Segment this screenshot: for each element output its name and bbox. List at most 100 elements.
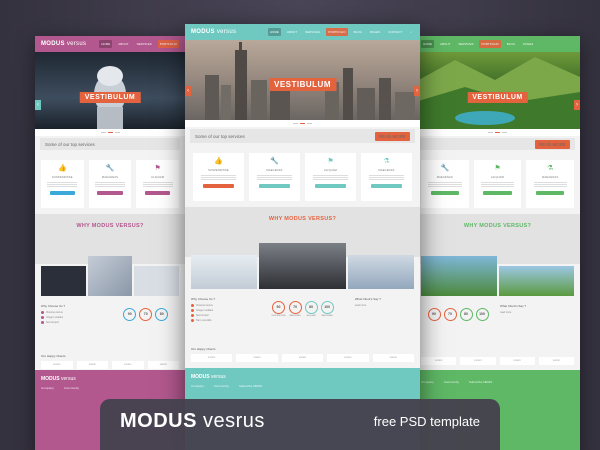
- services-heading-bar: READ MORE: [420, 138, 575, 150]
- gallery-image[interactable]: [259, 243, 346, 289]
- nav-bar: MODUS versus HOME ABOUT SERVICES PORTFOL…: [185, 24, 420, 40]
- flag-icon: ⚑: [154, 165, 161, 172]
- service-card: ⚗ MAECENAS: [526, 160, 575, 208]
- stat-ring: 70: [288, 301, 302, 314]
- service-button[interactable]: [259, 184, 290, 188]
- wrench-icon: 🔧: [105, 165, 115, 172]
- read-more-button[interactable]: READ MORE: [374, 131, 410, 141]
- nav-item-pages[interactable]: PAGES: [521, 40, 535, 48]
- client-logo[interactable]: Lorem: [191, 354, 233, 362]
- service-button[interactable]: [203, 184, 234, 188]
- footer-col-title: Company: [191, 384, 204, 388]
- nav-item-about[interactable]: ABOUT: [116, 40, 130, 48]
- hero-slider: VESTIBULUM ›: [415, 52, 580, 129]
- service-button[interactable]: [430, 191, 460, 195]
- service-button[interactable]: [315, 184, 346, 188]
- nav-item-services[interactable]: SERVICES: [135, 40, 154, 48]
- brand-name: MODUS vesrus: [120, 410, 265, 432]
- service-button[interactable]: [483, 191, 512, 195]
- gallery-strip: [35, 256, 185, 296]
- read-more-link[interactable]: read more: [355, 304, 366, 307]
- footer-logo: MODUS versus: [191, 374, 226, 380]
- gallery-image[interactable]: [498, 266, 574, 296]
- service-card: 🔧 MAECENAS: [88, 160, 132, 208]
- nav-item-contact[interactable]: CONTACT: [386, 28, 404, 36]
- nav-item-about[interactable]: ABOUT: [438, 40, 452, 48]
- gallery-image[interactable]: [421, 256, 497, 296]
- template-preview-green: HOME ABOUT SERVICES PORTFOLIO BLOG PAGES…: [415, 36, 580, 450]
- client-logo[interactable]: Lorem: [281, 354, 324, 362]
- service-button[interactable]: [535, 191, 565, 195]
- client-logo[interactable]: Lorem: [236, 354, 278, 362]
- flask-icon: ⚗: [383, 158, 390, 165]
- nav-item-home[interactable]: HOME: [267, 28, 281, 36]
- services-heading: Some of our top services: [195, 133, 245, 139]
- search-icon[interactable]: ⌕: [408, 28, 414, 36]
- thumbs-up-icon: 👍: [214, 158, 223, 165]
- client-logo[interactable]: Lorem: [372, 354, 415, 362]
- site-logo[interactable]: MODUS versus: [41, 41, 86, 47]
- slider-next-arrow-icon[interactable]: ›: [414, 86, 420, 96]
- slider-dots[interactable]: [415, 129, 580, 136]
- flask-icon: ⚗: [547, 165, 554, 172]
- service-card: ⚑ ALIQUAM: [305, 153, 356, 201]
- hero-title: VESTIBULUM: [79, 92, 141, 103]
- hero-slider: VESTIBULUM ‹: [35, 52, 185, 129]
- template-preview-pink: MODUS versus HOME ABOUT SERVICES PORTFOL…: [35, 36, 185, 450]
- stat-ring: 100: [320, 301, 334, 314]
- gallery-image[interactable]: [41, 266, 86, 296]
- read-more-link[interactable]: read more: [500, 311, 511, 314]
- gallery-strip: [415, 256, 580, 296]
- services-heading-bar: Some of our top services: [40, 138, 180, 150]
- service-card: ⚑ ALIQUAM: [473, 160, 522, 208]
- gallery-image[interactable]: [347, 255, 414, 289]
- read-more-button[interactable]: READ MORE: [534, 139, 570, 149]
- nav-item-home[interactable]: HOME: [99, 40, 113, 48]
- gallery-image[interactable]: [134, 266, 180, 296]
- nav-item-about[interactable]: ABOUT: [285, 28, 299, 36]
- site-logo[interactable]: MODUS versus: [191, 29, 236, 35]
- wrench-icon: 🔧: [440, 165, 450, 172]
- preview-stage: MODUS versus HOME ABOUT SERVICES PORTFOL…: [0, 0, 600, 450]
- service-button[interactable]: [97, 191, 123, 195]
- nav-item-services[interactable]: SERVICES: [456, 40, 475, 48]
- slider-next-arrow-icon[interactable]: ›: [574, 100, 580, 110]
- slider-dots[interactable]: [35, 129, 185, 136]
- service-button[interactable]: [371, 184, 402, 188]
- footer-col-title: Community: [213, 384, 230, 388]
- services-heading-bar: Some of our top services READ MORE: [190, 129, 415, 143]
- gallery-image[interactable]: [87, 256, 133, 296]
- service-card: 👍 SUSPENDISSE: [193, 153, 244, 201]
- hero-slider: VESTIBULUM ‹ ›: [185, 40, 420, 120]
- nav-bar: HOME ABOUT SERVICES PORTFOLIO BLOG PAGES: [415, 36, 580, 52]
- client-logo[interactable]: Lorem: [327, 354, 369, 362]
- tagline: free PSD template: [373, 414, 480, 429]
- service-card: ⚗ MAECENAS: [361, 153, 412, 201]
- service-button[interactable]: [49, 191, 76, 195]
- services-row: 🔧 MAECENAS ⚑ ALIQUAM ⚗ MAECENAS: [415, 152, 580, 214]
- flag-icon: ⚑: [494, 165, 501, 172]
- slider-prev-arrow-icon[interactable]: ‹: [35, 100, 41, 110]
- nav-item-pages[interactable]: PAGES: [368, 28, 382, 36]
- nav-item-portfolio[interactable]: PORTFOLIO: [479, 40, 501, 48]
- footer-col-title: Subscribe NEWS: [239, 384, 263, 388]
- service-card: 🔧 MAECENAS: [249, 153, 300, 201]
- service-card: 🔧 MAECENAS: [421, 160, 469, 208]
- nav-item-services[interactable]: SERVICES: [303, 28, 322, 36]
- flag-icon: ⚑: [327, 158, 334, 165]
- slider-prev-arrow-icon[interactable]: ‹: [185, 86, 191, 96]
- nav-item-blog[interactable]: BLOG: [352, 28, 364, 36]
- nav-bar: MODUS versus HOME ABOUT SERVICES PORTFOL…: [35, 36, 185, 52]
- service-card: 👍 SUSPENDISSE: [41, 160, 84, 208]
- nav-item-home[interactable]: HOME: [421, 40, 434, 48]
- testimonial-title: What Client's Say ?: [354, 297, 381, 301]
- service-button[interactable]: [144, 191, 171, 195]
- nav-item-portfolio[interactable]: PORTFOLIO: [157, 40, 179, 48]
- valley-image: [415, 57, 580, 129]
- service-card: ⚑ ALIQUAM: [136, 160, 180, 208]
- nav-item-blog[interactable]: BLOG: [505, 40, 517, 48]
- nav-item-portfolio[interactable]: PORTFOLIO: [326, 28, 348, 36]
- wrench-icon: 🔧: [270, 158, 279, 165]
- gallery-image[interactable]: [191, 255, 258, 289]
- slider-dots[interactable]: [185, 120, 420, 127]
